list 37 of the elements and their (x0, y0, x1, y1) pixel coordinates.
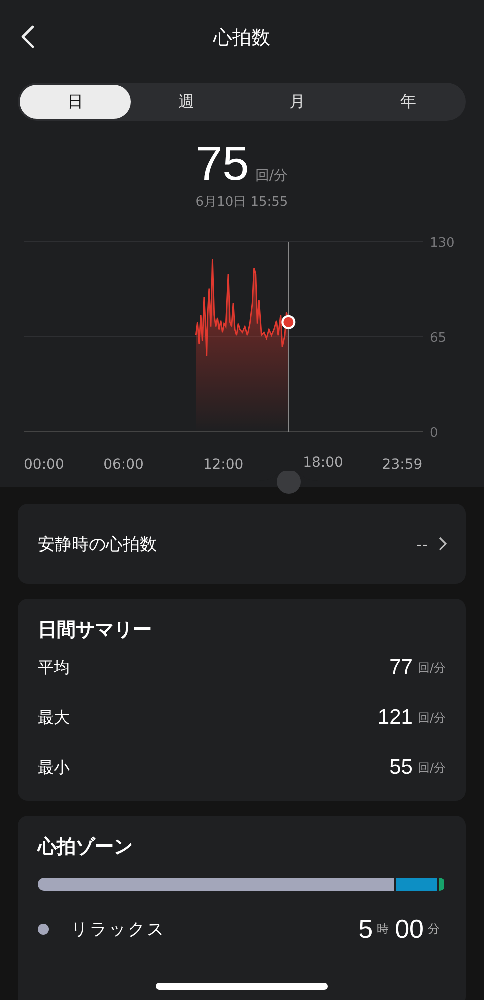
stat-value: 55 (390, 756, 413, 780)
unit-label: 回/分 (418, 660, 446, 676)
period-tab[interactable]: 週 (131, 85, 242, 119)
zone-hours: 5 (358, 914, 374, 944)
unit-label: 回/分 (418, 760, 446, 776)
unit-label: 時 (377, 920, 390, 938)
unit-label: 回/分 (418, 710, 446, 726)
unit-label: 分 (428, 920, 440, 938)
axis-label: 06:00 (104, 457, 144, 473)
selected-point (282, 315, 296, 330)
card-title: 心拍ゾーン (38, 835, 134, 860)
period-tab[interactable]: 日 (20, 85, 131, 119)
row-value: -- (416, 534, 428, 554)
row-label: 安静時の心拍数 (38, 534, 158, 556)
stat-value: 121 (378, 706, 413, 730)
heart-rate-value: 75 (196, 137, 250, 192)
page-title: 心拍数 (214, 26, 270, 50)
stat-label: 最大 (38, 708, 71, 728)
axis-label: 0 (430, 426, 438, 441)
stat-label: 最小 (38, 758, 71, 778)
axis-label: 00:00 (24, 457, 64, 473)
stat-label: 平均 (38, 658, 71, 678)
unit-label: 回/分 (255, 167, 288, 185)
resting-heart-rate-row[interactable]: 安静時の心拍数 -- (18, 504, 466, 584)
zone-name: リラックス (71, 918, 167, 940)
period-tab[interactable]: 月 (242, 85, 353, 119)
axis-label: 18:00 (303, 455, 344, 471)
chevron-right-icon (438, 536, 448, 552)
axis-label: 65 (430, 331, 447, 346)
period-tab[interactable]: 年 (353, 85, 464, 119)
axis-label: 23:59 (382, 457, 423, 473)
axis-label: 12:00 (203, 457, 244, 473)
timestamp: 6月10日 15:55 (196, 195, 288, 210)
axis-label: 130 (430, 236, 455, 251)
stat-value: 77 (390, 656, 413, 680)
zone-minutes: 00 (395, 914, 424, 944)
card-title: 日間サマリー (38, 618, 153, 643)
